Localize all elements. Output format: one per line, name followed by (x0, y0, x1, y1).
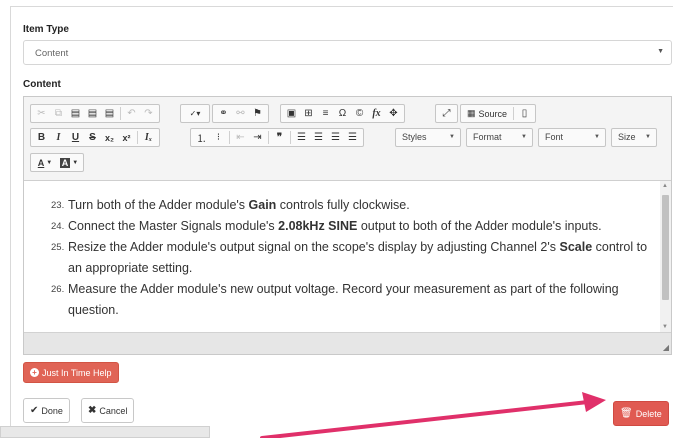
annotation-arrow-icon (260, 392, 606, 438)
annotation-arrow-line (260, 400, 590, 438)
annotation-arrow-head (582, 392, 606, 412)
